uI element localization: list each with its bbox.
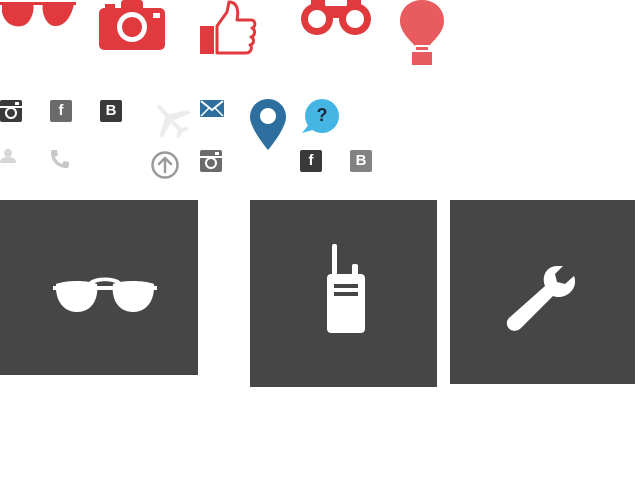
instagram-icon [200, 150, 222, 172]
thumbs-up-icon [200, 0, 257, 55]
facebook-icon: f [50, 100, 72, 122]
walkie-talkie-tile [250, 200, 437, 387]
help-question-mark: ? [316, 105, 328, 125]
airplane-icon [157, 104, 191, 139]
help-bubble-icon: ? [300, 99, 342, 135]
binoculars-icon [301, 0, 371, 35]
camera-icon [99, 0, 165, 50]
upload-icon [151, 151, 179, 179]
hot-air-balloon-icon [400, 0, 444, 65]
walkie-talkie-icon [327, 244, 365, 333]
bebo-icon: B [100, 100, 122, 122]
map-pin-icon [250, 99, 286, 150]
sunglasses-tile [0, 200, 198, 375]
sunglasses-icon [0, 2, 76, 27]
mail-icon [200, 100, 224, 117]
user-icon [0, 149, 16, 163]
sunglasses-icon [53, 277, 157, 312]
wrench-tile [450, 200, 635, 384]
facebook-icon: f [300, 150, 322, 172]
wrench-icon [506, 266, 575, 331]
phone-icon [51, 150, 69, 168]
bebo-icon: B [350, 150, 372, 172]
instagram-icon [0, 100, 22, 122]
